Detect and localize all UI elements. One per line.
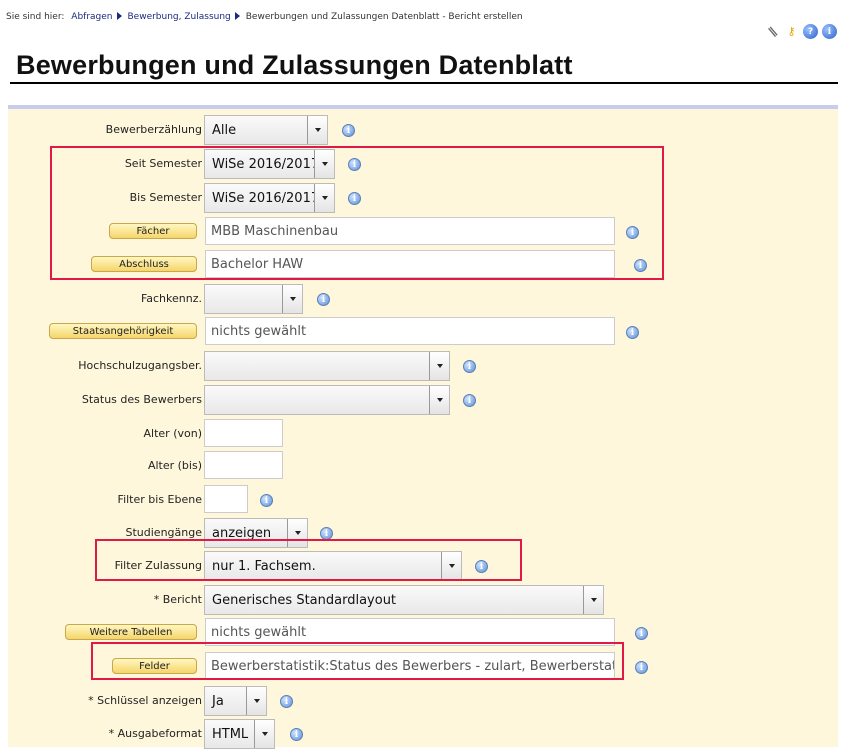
info-icon[interactable]: i [260,494,273,507]
select-schluessel[interactable]: Ja [204,686,267,716]
select-ausgabeformat[interactable]: HTML [204,719,275,749]
staatsangehoerigkeit-button[interactable]: Staatsangehörigkeit [49,323,197,339]
breadcrumb-link-abfragen[interactable]: Abfragen [71,12,112,22]
chevron-down-icon [429,386,449,414]
chevron-down-icon [429,352,449,380]
toolbar: ∥ ⚷ ? i [765,24,837,39]
info-icon[interactable]: i [626,326,639,339]
chevron-down-icon [307,116,327,144]
breadcrumb-link-bewerbung[interactable]: Bewerbung, Zulassung [128,12,231,22]
label-ausgabeformat: * Ausgabeformat [108,727,202,740]
row-alter-von: Alter (von) [8,419,838,449]
key-icon[interactable]: ⚷ [784,24,799,39]
breadcrumb-arrow-icon [234,12,240,20]
chevron-down-icon [246,687,266,715]
select-fachkennz[interactable] [204,284,303,314]
info-icon[interactable]: i [635,627,648,640]
label-alter-bis: Alter (bis) [147,459,202,472]
label-hochschulzugangsber: Hochschulzugangsber. [78,359,202,372]
filter-ebene-input[interactable] [204,485,248,513]
label-fachkennz: Fachkennz. [140,292,202,305]
highlight-box-filter-zulassung [95,539,522,581]
label-schluessel: * Schlüssel anzeigen [88,694,202,707]
row-staatsangehoerigkeit: Staatsangehörigkeit nichts gewählt i [8,317,838,347]
info-icon[interactable]: i [290,728,303,741]
info-icon[interactable]: i [342,124,355,137]
alter-bis-input[interactable] [204,451,283,479]
row-status-bewerber: Status des Bewerbers i [8,385,838,415]
highlight-box-semester-fach [50,146,664,280]
info-icon[interactable]: i [463,394,476,407]
help-icon[interactable]: ? [803,24,818,39]
label-filter-ebene: Filter bis Ebene [117,493,202,506]
row-fachkennz: Fachkennz. i [8,284,838,314]
highlight-box-felder [91,642,624,680]
breadcrumb: Sie sind hier: Abfragen Bewerbung, Zulass… [6,12,523,22]
info-icon[interactable]: i [463,360,476,373]
info-icon[interactable]: i [635,661,648,674]
paperclip-icon[interactable]: ∥ [762,21,783,42]
title-divider [10,82,838,84]
label-bericht: * Bericht [153,593,202,606]
chevron-down-icon [254,720,274,748]
staatsangehoerigkeit-field[interactable]: nichts gewählt [205,317,615,345]
row-alter-bis: Alter (bis) [8,451,838,481]
label-bewerberzaehlung: Bewerberzählung [105,123,202,136]
select-bericht[interactable]: Generisches Standardlayout [204,585,604,615]
alter-von-input[interactable] [204,419,283,447]
weitere-tabellen-button[interactable]: Weitere Tabellen [65,624,197,640]
label-status-bewerber: Status des Bewerbers [81,393,202,406]
chevron-down-icon [583,586,603,614]
breadcrumb-prefix: Sie sind hier: [6,12,65,22]
info-icon[interactable]: i [822,24,837,39]
row-bewerberzaehlung: Bewerberzählung Alle i [8,115,838,145]
select-bewerberzaehlung[interactable]: Alle [204,115,328,145]
row-schluessel: * Schlüssel anzeigen Ja i [8,686,838,716]
row-filter-ebene: Filter bis Ebene i [8,485,838,515]
breadcrumb-current: Bewerbungen und Zulassungen Datenblatt -… [245,12,523,22]
label-studiengaenge: Studiengänge [125,526,203,539]
info-icon[interactable]: i [280,695,293,708]
chevron-down-icon [282,285,302,313]
row-hochschulzugangsber: Hochschulzugangsber. i [8,351,838,381]
label-alter-von: Alter (von) [143,427,202,440]
page-title: Bewerbungen und Zulassungen Datenblatt [16,50,573,80]
breadcrumb-arrow-icon [116,12,122,20]
select-status-bewerber[interactable] [204,385,450,415]
row-bericht: * Bericht Generisches Standardlayout [8,585,838,615]
select-hochschulzugangsber[interactable] [204,351,450,381]
info-icon[interactable]: i [317,293,330,306]
row-ausgabeformat: * Ausgabeformat HTML i [8,719,838,749]
